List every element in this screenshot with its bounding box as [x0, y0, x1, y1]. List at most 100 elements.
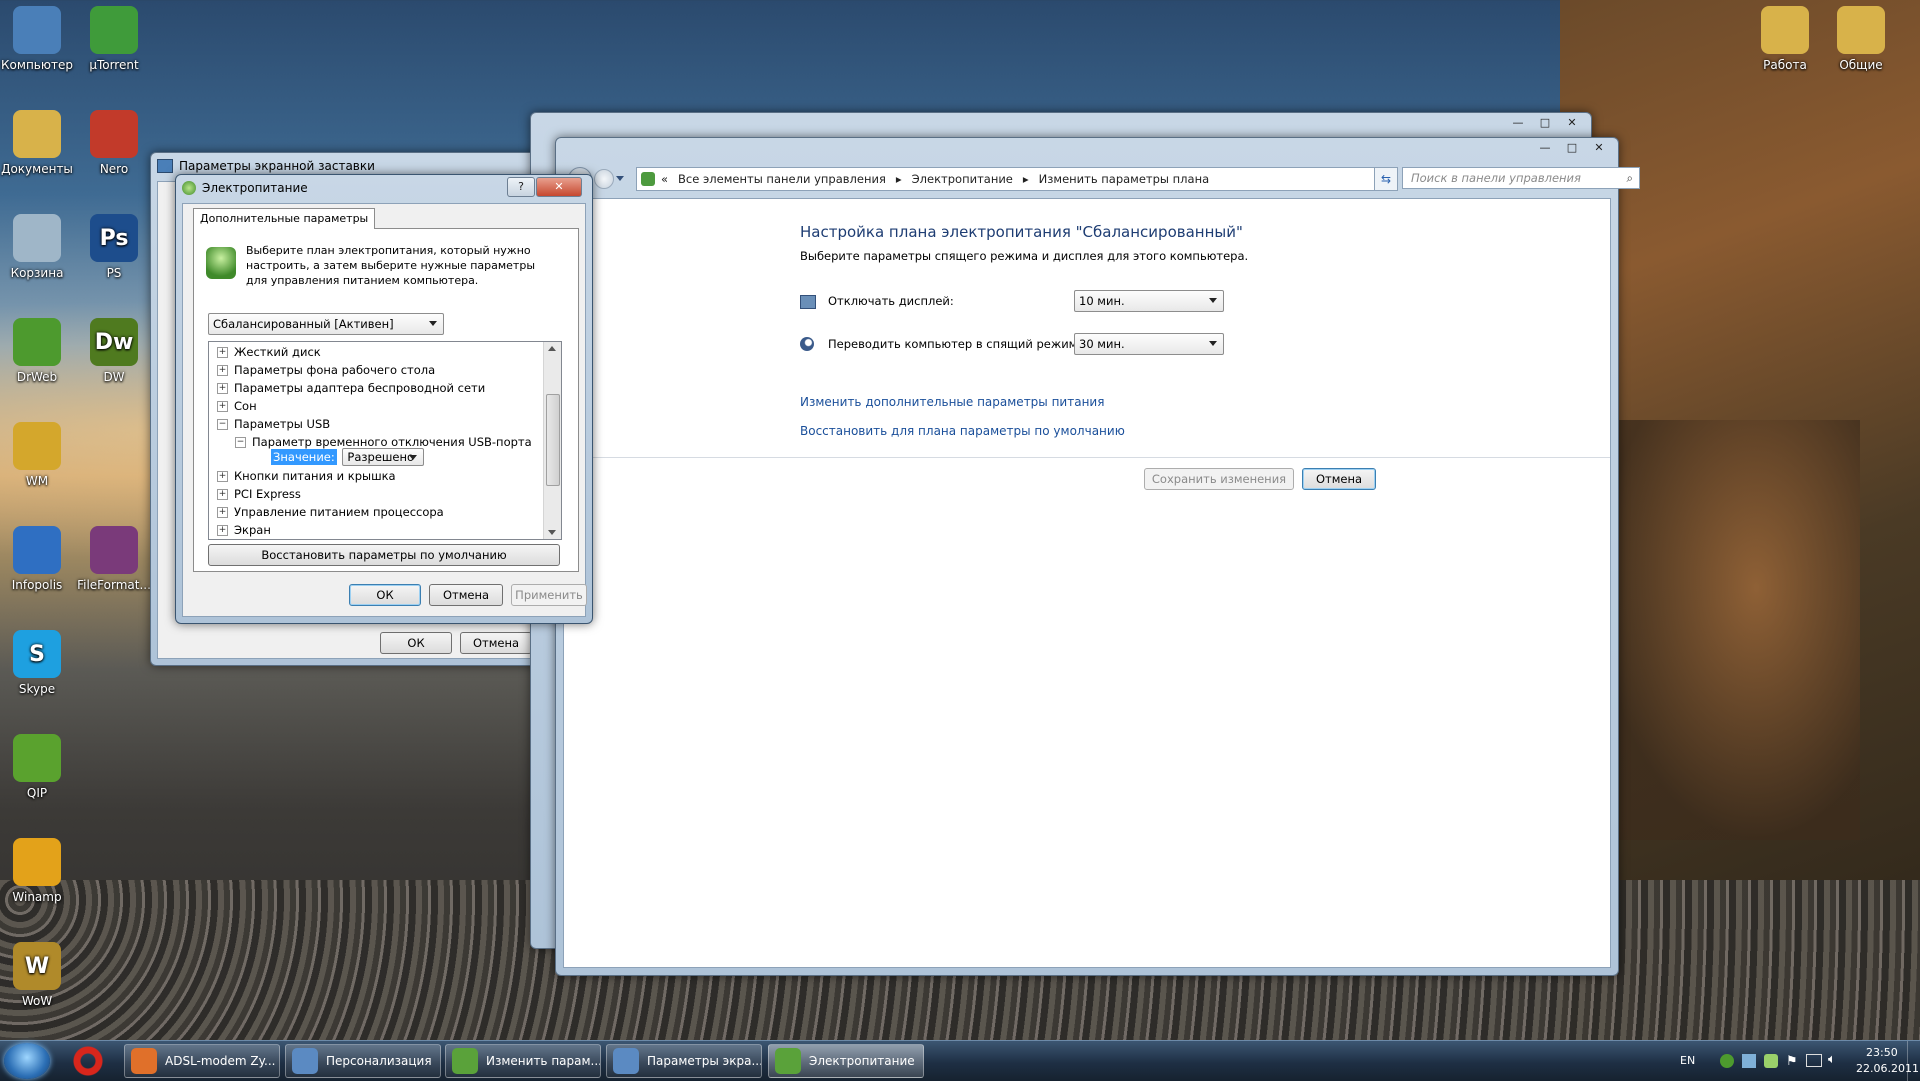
- desktop-shortcut[interactable]: Общие: [1821, 6, 1901, 72]
- taskbar-button[interactable]: ADSL-modem Zy...: [124, 1044, 280, 1078]
- tree-item[interactable]: + Жесткий диск: [217, 345, 321, 359]
- breadcrumb-separator-icon[interactable]: ▸: [1023, 172, 1029, 186]
- search-input[interactable]: Поиск в панели управления ⌕: [1402, 167, 1640, 189]
- refresh-button[interactable]: ⇆: [1374, 167, 1398, 191]
- settings-tree[interactable]: + Жесткий диск + Параметры фона рабочего ст…: [208, 341, 562, 540]
- restore-defaults-link[interactable]: Восстановить для плана параметры по умол…: [800, 424, 1125, 438]
- desktop-shortcut[interactable]: Документы: [0, 110, 77, 176]
- desktop-shortcut[interactable]: Dw DW: [74, 318, 154, 384]
- desktop-shortcut[interactable]: µTorrent: [74, 6, 154, 72]
- language-indicator[interactable]: EN: [1680, 1054, 1695, 1067]
- ok-button[interactable]: ОК: [349, 584, 421, 606]
- apply-button[interactable]: Применить: [511, 584, 587, 606]
- control-panel-content: Настройка плана электропитания "Сбаланси…: [563, 198, 1611, 968]
- scroll-down-arrow-icon[interactable]: [548, 530, 556, 535]
- tree-item[interactable]: + Параметры фона рабочего стола: [217, 363, 435, 377]
- breadcrumb-item-all-items[interactable]: Все элементы панели управления: [678, 172, 886, 186]
- expand-icon[interactable]: +: [217, 525, 228, 536]
- restore-defaults-button[interactable]: Восстановить параметры по умолчанию: [208, 544, 560, 566]
- breadcrumb-overflow-icon[interactable]: «: [661, 172, 668, 186]
- sleep-icon: [800, 337, 814, 351]
- breadcrumb-item-power[interactable]: Электропитание: [912, 172, 1013, 186]
- collapse-icon[interactable]: −: [235, 437, 246, 448]
- tray-flag-icon[interactable]: ⚑: [1786, 1054, 1798, 1069]
- desktop-shortcut[interactable]: Ps PS: [74, 214, 154, 280]
- sleep-select[interactable]: 30 мин.: [1074, 333, 1224, 355]
- chevron-down-icon: [1209, 341, 1217, 346]
- tree-item[interactable]: + Параметры адаптера беспроводной сети: [217, 381, 485, 395]
- tree-item[interactable]: − Параметр временного отключения USB-порт…: [235, 435, 532, 449]
- breadcrumb-separator-icon[interactable]: ▸: [896, 172, 902, 186]
- screensaver-cancel-button[interactable]: Отмена: [460, 632, 532, 654]
- maximize-button[interactable]: □: [1532, 114, 1558, 132]
- maximize-button[interactable]: □: [1559, 139, 1585, 157]
- scroll-up-arrow-icon[interactable]: [548, 346, 556, 351]
- expand-icon[interactable]: +: [217, 365, 228, 376]
- save-changes-button[interactable]: Сохранить изменения: [1144, 468, 1294, 490]
- tree-item[interactable]: − Параметры USB: [217, 417, 330, 431]
- power-options-dialog[interactable]: Электропитание ? ✕ Дополнительные параме…: [175, 174, 593, 624]
- expand-icon[interactable]: +: [217, 347, 228, 358]
- scroll-thumb[interactable]: [546, 394, 560, 486]
- forward-button[interactable]: [594, 169, 614, 189]
- expand-icon[interactable]: +: [217, 383, 228, 394]
- address-bar[interactable]: « Все элементы панели управления ▸ Элект…: [636, 167, 1396, 191]
- opera-icon[interactable]: [72, 1045, 104, 1077]
- desktop-shortcut[interactable]: WM: [0, 422, 77, 488]
- tree-item[interactable]: + Экран: [217, 523, 271, 537]
- minimize-button[interactable]: —: [1505, 114, 1531, 132]
- expand-icon[interactable]: +: [217, 471, 228, 482]
- taskbar-button[interactable]: Параметры экра...: [606, 1044, 762, 1078]
- tree-item[interactable]: + Сон: [217, 399, 257, 413]
- desktop-shortcut[interactable]: Infopolis: [0, 526, 77, 592]
- tab-advanced-settings[interactable]: Дополнительные параметры: [193, 208, 376, 229]
- clock-time[interactable]: 23:50: [1866, 1046, 1898, 1059]
- system-tray: EN ⚑ 🔈︎ 23:50 22.06.2011: [1670, 1041, 1920, 1081]
- collapse-icon[interactable]: −: [217, 419, 228, 430]
- desktop-shortcut[interactable]: Winamp: [0, 838, 77, 904]
- tray-volume-icon[interactable]: 🔈︎: [1828, 1052, 1836, 1067]
- tree-item[interactable]: + Управление питанием процессора: [217, 505, 444, 519]
- taskbar-button[interactable]: Персонализация: [285, 1044, 441, 1078]
- expand-icon[interactable]: +: [217, 401, 228, 412]
- breadcrumb-item-edit-plan[interactable]: Изменить параметры плана: [1039, 172, 1209, 186]
- advanced-settings-link[interactable]: Изменить дополнительные параметры питани…: [800, 395, 1104, 409]
- tray-network-icon[interactable]: [1742, 1054, 1756, 1068]
- tree-item[interactable]: + Кнопки питания и крышка: [217, 469, 396, 483]
- tree-item[interactable]: + PCI Express: [217, 487, 301, 501]
- taskbar-button[interactable]: Изменить парам...: [445, 1044, 601, 1078]
- tree-scrollbar[interactable]: [543, 342, 561, 539]
- expand-icon[interactable]: +: [217, 489, 228, 500]
- recent-pages-dropdown[interactable]: [616, 176, 624, 181]
- value-select[interactable]: Разрешено: [342, 448, 425, 466]
- help-button[interactable]: ?: [507, 177, 535, 197]
- desktop-shortcut[interactable]: Компьютер: [0, 6, 77, 72]
- power-plan-select[interactable]: Сбалансированный [Активен]: [208, 313, 444, 335]
- desktop-shortcut[interactable]: Nero: [74, 110, 154, 176]
- desktop-shortcut[interactable]: S Skype: [0, 630, 77, 696]
- tray-monitor-icon[interactable]: [1806, 1054, 1822, 1067]
- expand-icon[interactable]: +: [217, 507, 228, 518]
- desktop-shortcut[interactable]: W WoW: [0, 942, 77, 1008]
- cancel-button[interactable]: Отмена: [429, 584, 503, 606]
- control-panel-window-controls: — □ ✕: [1531, 139, 1612, 157]
- close-button[interactable]: ✕: [1559, 114, 1585, 132]
- desktop-shortcut[interactable]: Работа: [1745, 6, 1825, 72]
- show-desktop-button[interactable]: [1907, 1041, 1920, 1081]
- desktop-shortcut[interactable]: FileFormat...: [74, 526, 154, 592]
- desktop-shortcut[interactable]: Корзина: [0, 214, 77, 280]
- tray-power-icon[interactable]: [1764, 1054, 1778, 1068]
- minimize-button[interactable]: —: [1532, 139, 1558, 157]
- close-button[interactable]: ✕: [536, 177, 582, 197]
- start-button[interactable]: [4, 1043, 50, 1079]
- display-off-select[interactable]: 10 мин.: [1074, 290, 1224, 312]
- control-panel-window[interactable]: — □ ✕ « Все элементы панели управления ▸…: [555, 137, 1640, 976]
- desktop-shortcut[interactable]: DrWeb: [0, 318, 77, 384]
- cancel-button[interactable]: Отмена: [1302, 468, 1376, 490]
- tray-drweb-icon[interactable]: [1720, 1054, 1734, 1068]
- screensaver-ok-button[interactable]: ОК: [380, 632, 452, 654]
- desktop-shortcut[interactable]: QIP: [0, 734, 77, 800]
- taskbar-button[interactable]: Электропитание: [768, 1044, 924, 1078]
- close-button[interactable]: ✕: [1586, 139, 1612, 157]
- search-icon[interactable]: ⌕: [1627, 171, 1633, 186]
